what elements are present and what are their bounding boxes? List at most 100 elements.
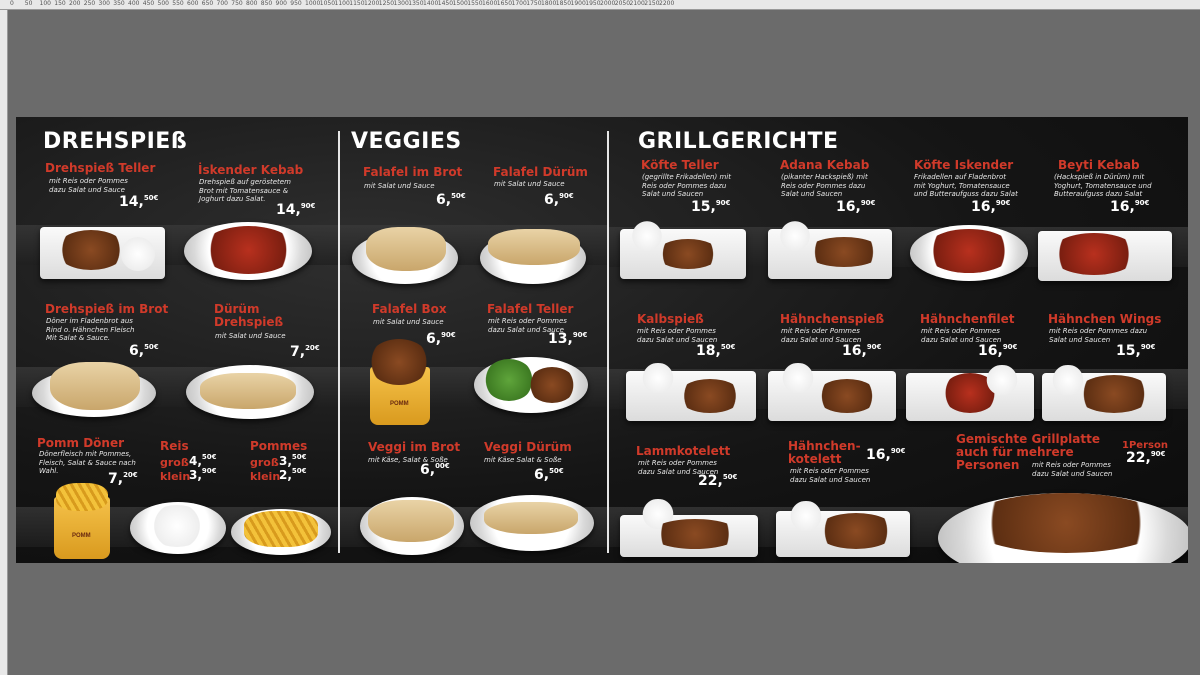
dish-food: [678, 379, 742, 413]
dish-food: [368, 339, 430, 385]
item-price: 16,90€: [1110, 199, 1150, 215]
ruler-tick: 1950: [585, 0, 601, 7]
item-desc: mit Käse Salat & Soße: [484, 456, 562, 464]
ruler-tick: 450: [142, 0, 155, 7]
ruler-tick: 700: [216, 0, 228, 7]
item-price: 7,20€: [290, 344, 320, 360]
item-price: 16,90€: [836, 199, 876, 215]
item-desc: (pikanter Hackspieß) mit Reis oder Pomme…: [781, 173, 868, 198]
ruler-tick: 300: [98, 0, 110, 7]
ruler-tick: 1550: [467, 0, 483, 7]
ruler-tick: 1350: [408, 0, 424, 7]
ruler-tick: 2150: [644, 0, 660, 7]
ruler-tick: 1800: [541, 0, 557, 7]
item-name: Hähnchenfilet: [920, 312, 1015, 326]
ruler-tick: 1650: [496, 0, 513, 7]
ruler-tick: 2200: [659, 0, 675, 7]
item-price: 15,90€: [691, 199, 731, 215]
item-name: Drehspieß im Brot: [45, 302, 169, 316]
menu-canvas: DREHSPIEß VEGGIES GRILLGERICHTE Drehspie…: [16, 117, 1188, 563]
dish-food: [778, 363, 818, 393]
item-price: 6,50€: [436, 192, 466, 208]
ruler-tick: 200: [69, 0, 81, 7]
item-price: 22,90€: [1126, 450, 1166, 466]
dish-food: [200, 373, 296, 409]
item-desc: mit Reis oder Pommes dazu Salat und Sauc…: [781, 327, 862, 344]
ruler-tick: 500: [157, 0, 169, 7]
dish-food: [1076, 375, 1152, 413]
item-price: 6,50€: [534, 467, 564, 483]
ruler-tick: 400: [128, 0, 140, 7]
item-price: 3,50€: [279, 453, 307, 468]
dish-food: [924, 229, 1014, 273]
dish-food: [56, 483, 108, 511]
item-price: 4,50€: [189, 453, 217, 468]
item-desc: mit Reis oder Pommes dazu Salat und Sauc…: [921, 327, 1002, 344]
ruler-tick: 750: [231, 0, 243, 7]
dish-food: [488, 229, 580, 265]
item-name: Veggi Dürüm: [484, 440, 572, 454]
ruler-tick: 1150: [349, 0, 365, 7]
item-name: Drehspieß Teller: [45, 161, 156, 175]
item-desc: mit Salat und Sauce: [494, 180, 565, 188]
horizontal-ruler: 0 50 100 150 200 250 300 350 400 450 500 550 600 650 7…: [0, 0, 1200, 10]
ruler-tick: 1250: [378, 0, 395, 7]
item-name: Falafel Dürüm: [493, 165, 588, 179]
dish-food: [638, 363, 678, 393]
item-name: Falafel Teller: [487, 302, 574, 316]
dish-food: [656, 239, 720, 269]
item-price: 14,50€: [119, 194, 159, 210]
item-name: Falafel im Brot: [363, 165, 463, 179]
item-name: Pomm Döner: [37, 436, 125, 450]
item-name: İskender Kebab: [198, 163, 304, 177]
item-name: Veggi im Brot: [368, 440, 461, 454]
item-price: 2,50€: [279, 467, 307, 482]
size-label: klein: [250, 470, 281, 483]
item-name: Hähnchen Wings: [1048, 312, 1162, 326]
ruler-tick: 950: [290, 0, 302, 7]
item-name: Beyti Kebab: [1058, 158, 1140, 172]
item-price: 16,90€: [971, 199, 1011, 215]
ruler-tick: 1750: [526, 0, 542, 7]
item-desc: (gegrillte Frikadellen) mit Reis oder Po…: [642, 173, 731, 198]
item-name: Kalbspieß: [637, 312, 704, 326]
item-price: 6,50€: [129, 343, 159, 359]
box-logo: POMM: [72, 533, 91, 539]
item-price: 6,90€: [426, 331, 456, 347]
vertical-ruler: [0, 10, 8, 675]
item-name: Hähnchenspieß: [780, 312, 885, 326]
item-name: Köfte Iskender: [914, 158, 1014, 172]
ruler-tick: 1900: [570, 0, 586, 7]
size-label: klein: [160, 470, 191, 483]
item-desc: mit Salat und Sauce: [215, 332, 286, 340]
dish-food: [484, 359, 534, 401]
item-name: Adana Kebab: [780, 158, 870, 172]
ruler-tick: 1700: [511, 0, 527, 7]
section-title-veggies: VEGGIES: [351, 129, 462, 154]
ruler-tick: 850: [260, 0, 273, 7]
item-price: 14,90€: [276, 202, 316, 218]
item-desc: mit Reis oder Pommes dazu Salat und Sauc…: [637, 327, 718, 344]
item-price: 7,20€: [108, 471, 138, 487]
dish-food: [116, 237, 160, 271]
item-price: 3,90€: [189, 467, 217, 482]
ruler-tick: 1200: [364, 0, 380, 7]
ruler-tick: 1300: [393, 0, 409, 7]
dish-food: [528, 367, 576, 403]
dish-food: [982, 365, 1022, 395]
item-price: 16,90€: [842, 343, 882, 359]
ruler-tick: 350: [113, 0, 125, 7]
item-price: 22,50€: [698, 473, 738, 489]
ruler-tick: 1100: [334, 0, 350, 7]
ruler-tick: 100: [39, 0, 51, 7]
ruler-tick: 1600: [482, 0, 498, 7]
item-name: Reis: [160, 439, 189, 453]
item-desc: Frikadellen auf Fladenbrot mit Yoghurt, …: [914, 173, 1018, 198]
dish-food: [816, 513, 896, 549]
item-desc: (Hackspieß in Dürüm) mit Yoghurt, Tomate…: [1054, 173, 1152, 198]
ruler-tick: 2100: [629, 0, 645, 7]
section-title-grillgerichte: GRILLGERICHTE: [638, 129, 839, 154]
box-logo: POMM: [390, 401, 409, 407]
item-name: Pommes: [250, 439, 308, 453]
item-price: 16,90€: [866, 447, 906, 463]
